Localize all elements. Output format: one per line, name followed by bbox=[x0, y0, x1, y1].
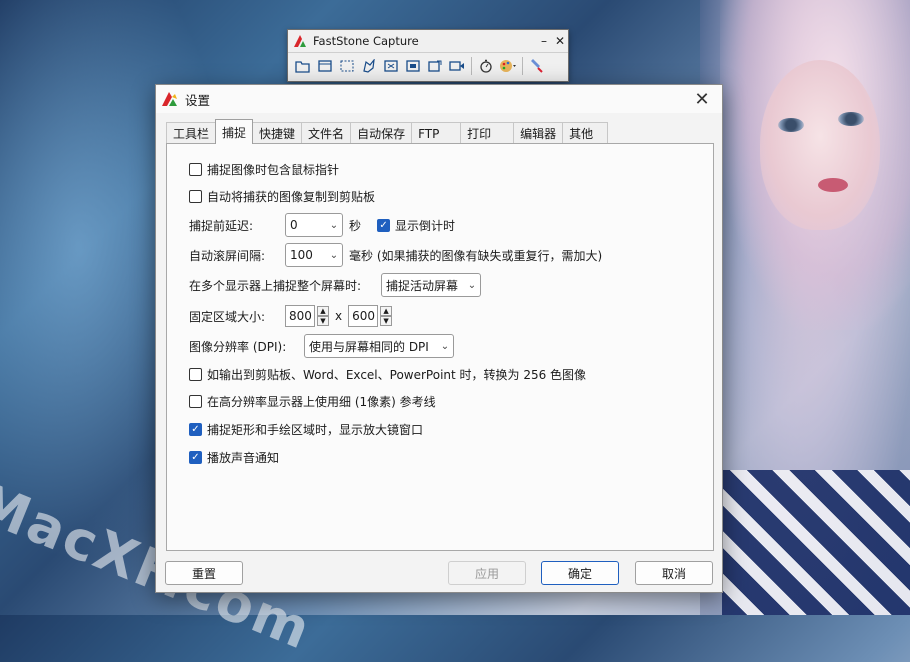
dialog-close-button[interactable]: ✕ bbox=[682, 85, 722, 113]
capture-freehand-icon[interactable] bbox=[358, 56, 380, 76]
increment-arrow-icon[interactable]: ▲ bbox=[380, 306, 393, 316]
increment-arrow-icon[interactable]: ▲ bbox=[317, 306, 329, 316]
toolbar-separator bbox=[471, 57, 472, 75]
dpi-label: 图像分辨率 (DPI): bbox=[189, 339, 287, 354]
capture-scroll-icon[interactable] bbox=[402, 56, 424, 76]
capture-window-icon[interactable] bbox=[314, 56, 336, 76]
ok-button[interactable]: 确定 bbox=[541, 561, 619, 585]
decrement-arrow-icon[interactable]: ▼ bbox=[317, 316, 329, 326]
tab-toolbar[interactable]: 工具栏 bbox=[166, 122, 217, 144]
include-cursor-checkbox[interactable] bbox=[189, 162, 202, 176]
delay-unit: 秒 bbox=[349, 218, 362, 233]
delay-value: 0 bbox=[290, 218, 298, 232]
toolbar-separator bbox=[522, 57, 523, 75]
delay-row: 捕捉前延迟: 0 ⌄ 秒 ✓ 显示倒计时 bbox=[189, 213, 456, 237]
delay-label: 捕捉前延迟: bbox=[189, 218, 254, 233]
wallpaper-eye bbox=[778, 118, 804, 132]
decrement-arrow-icon[interactable]: ▼ bbox=[380, 316, 393, 326]
settings-icon[interactable] bbox=[526, 56, 548, 76]
sound-option[interactable]: ✓ 播放声音通知 bbox=[189, 446, 279, 468]
fixed-size-label: 固定区域大小: bbox=[189, 309, 266, 324]
dpi-select[interactable]: 使用与屏幕相同的 DPI ⌄ bbox=[304, 334, 454, 358]
dialog-title: 设置 bbox=[185, 92, 211, 108]
capture-fixed-region-icon[interactable] bbox=[424, 56, 446, 76]
include-cursor-option[interactable]: 捕捉图像时包含鼠标指针 bbox=[189, 158, 339, 180]
scroll-interval-value: 100 bbox=[290, 248, 313, 262]
dialog-titlebar[interactable]: 设置 ✕ bbox=[156, 85, 722, 113]
thin-lines-checkbox[interactable] bbox=[189, 394, 202, 408]
fixed-width-input[interactable]: 800 bbox=[285, 305, 315, 327]
sound-checkbox[interactable]: ✓ bbox=[189, 450, 202, 464]
capture-tools bbox=[288, 52, 568, 79]
timer-icon[interactable] bbox=[475, 56, 497, 76]
delay-select[interactable]: 0 ⌄ bbox=[285, 213, 343, 237]
scroll-interval-note: 毫秒 (如果捕获的图像有缺失或重复行，需加大) bbox=[349, 248, 603, 263]
minimize-button[interactable]: – bbox=[536, 34, 552, 48]
wallpaper-eye bbox=[838, 112, 864, 126]
dpi-value: 使用与屏幕相同的 DPI bbox=[309, 339, 429, 354]
scroll-interval-label: 自动滚屏间隔: bbox=[189, 248, 266, 263]
capture-rectangle-icon[interactable] bbox=[336, 56, 358, 76]
capture-toolbar-window[interactable]: FastStone Capture – ✕ bbox=[287, 29, 569, 82]
thin-lines-option[interactable]: 在高分辨率显示器上使用细 (1像素) 参考线 bbox=[189, 390, 436, 412]
tab-other[interactable]: 其他 bbox=[562, 122, 609, 144]
tab-capture[interactable]: 捕捉 bbox=[215, 119, 254, 144]
multi-monitor-value: 捕捉活动屏幕 bbox=[386, 278, 459, 293]
fixed-width-stepper[interactable]: 800 ▲ ▼ bbox=[285, 305, 329, 327]
open-folder-icon[interactable] bbox=[292, 56, 314, 76]
wallpaper-lips bbox=[818, 178, 848, 192]
close-button[interactable]: ✕ bbox=[552, 34, 568, 48]
copy-clipboard-label: 自动将捕获的图像复制到剪贴板 bbox=[207, 189, 376, 204]
chevron-down-icon: ⌄ bbox=[329, 249, 339, 261]
video-record-icon[interactable] bbox=[446, 56, 468, 76]
chevron-down-icon: ⌄ bbox=[440, 340, 450, 352]
wallpaper-face bbox=[760, 60, 880, 230]
sound-label: 播放声音通知 bbox=[207, 450, 280, 465]
thin-lines-label: 在高分辨率显示器上使用细 (1像素) 参考线 bbox=[207, 394, 436, 409]
tab-autosave[interactable]: 自动保存 bbox=[350, 122, 413, 144]
convert-256-label: 如输出到剪贴板、Word、Excel、PowerPoint 时，转换为 256 … bbox=[207, 367, 587, 382]
magnifier-checkbox[interactable]: ✓ bbox=[189, 422, 202, 436]
tab-hotkeys[interactable]: 快捷键 bbox=[252, 122, 303, 144]
convert-256-option[interactable]: 如输出到剪贴板、Word、Excel、PowerPoint 时，转换为 256 … bbox=[189, 363, 586, 385]
capture-toolbar-title: FastStone Capture bbox=[313, 34, 419, 48]
multi-monitor-select[interactable]: 捕捉活动屏幕 ⌄ bbox=[381, 273, 481, 297]
scroll-interval-select[interactable]: 100 ⌄ bbox=[285, 243, 343, 267]
tab-editor[interactable]: 编辑器 bbox=[513, 122, 564, 144]
faststone-logo-icon bbox=[293, 34, 307, 48]
capture-toolbar-titlebar[interactable]: FastStone Capture – ✕ bbox=[288, 30, 568, 52]
faststone-logo-icon bbox=[161, 91, 179, 107]
show-countdown-checkbox[interactable]: ✓ bbox=[377, 218, 391, 232]
multi-monitor-row: 在多个显示器上捕捉整个屏幕时: 捕捉活动屏幕 ⌄ bbox=[189, 273, 481, 297]
dpi-row: 图像分辨率 (DPI): 使用与屏幕相同的 DPI ⌄ bbox=[189, 334, 454, 358]
settings-dialog[interactable]: 设置 ✕ 工具栏 捕捉 快捷键 文件名 自动保存 FTP 打印 编辑器 其他 捕… bbox=[155, 84, 723, 593]
settings-tabs: 工具栏 捕捉 快捷键 文件名 自动保存 FTP 打印 编辑器 其他 bbox=[166, 119, 609, 144]
apply-button[interactable]: 应用 bbox=[448, 561, 526, 585]
include-cursor-label: 捕捉图像时包含鼠标指针 bbox=[207, 162, 340, 177]
chevron-down-icon: ⌄ bbox=[467, 279, 477, 291]
palette-icon[interactable] bbox=[497, 56, 519, 76]
wallpaper-dress bbox=[722, 470, 910, 615]
capture-fullscreen-icon[interactable] bbox=[380, 56, 402, 76]
fixed-size-row: 固定区域大小: 800 ▲ ▼ x 600 ▲ ▼ bbox=[189, 305, 393, 327]
chevron-down-icon: ⌄ bbox=[329, 219, 339, 231]
fixed-height-input[interactable]: 600 bbox=[348, 305, 379, 327]
scroll-interval-row: 自动滚屏间隔: 100 ⌄ 毫秒 (如果捕获的图像有缺失或重复行，需加大) bbox=[189, 243, 603, 267]
fixed-height-stepper[interactable]: 600 ▲ ▼ bbox=[348, 305, 393, 327]
size-separator: x bbox=[335, 309, 343, 323]
tab-filename[interactable]: 文件名 bbox=[301, 122, 352, 144]
magnifier-option[interactable]: ✓ 捕捉矩形和手绘区域时，显示放大镜窗口 bbox=[189, 418, 423, 440]
reset-button[interactable]: 重置 bbox=[165, 561, 243, 585]
tab-ftp[interactable]: FTP bbox=[411, 122, 462, 144]
tab-print[interactable]: 打印 bbox=[460, 122, 515, 144]
multi-monitor-label: 在多个显示器上捕捉整个屏幕时: bbox=[189, 278, 362, 293]
magnifier-label: 捕捉矩形和手绘区域时，显示放大镜窗口 bbox=[207, 422, 424, 437]
copy-clipboard-checkbox[interactable] bbox=[189, 189, 202, 203]
capture-settings-panel: 捕捉图像时包含鼠标指针 自动将捕获的图像复制到剪贴板 捕捉前延迟: 0 ⌄ 秒 … bbox=[166, 143, 714, 551]
convert-256-checkbox[interactable] bbox=[189, 367, 202, 381]
copy-clipboard-option[interactable]: 自动将捕获的图像复制到剪贴板 bbox=[189, 185, 375, 207]
cancel-button[interactable]: 取消 bbox=[635, 561, 713, 585]
show-countdown-label: 显示倒计时 bbox=[395, 218, 456, 233]
